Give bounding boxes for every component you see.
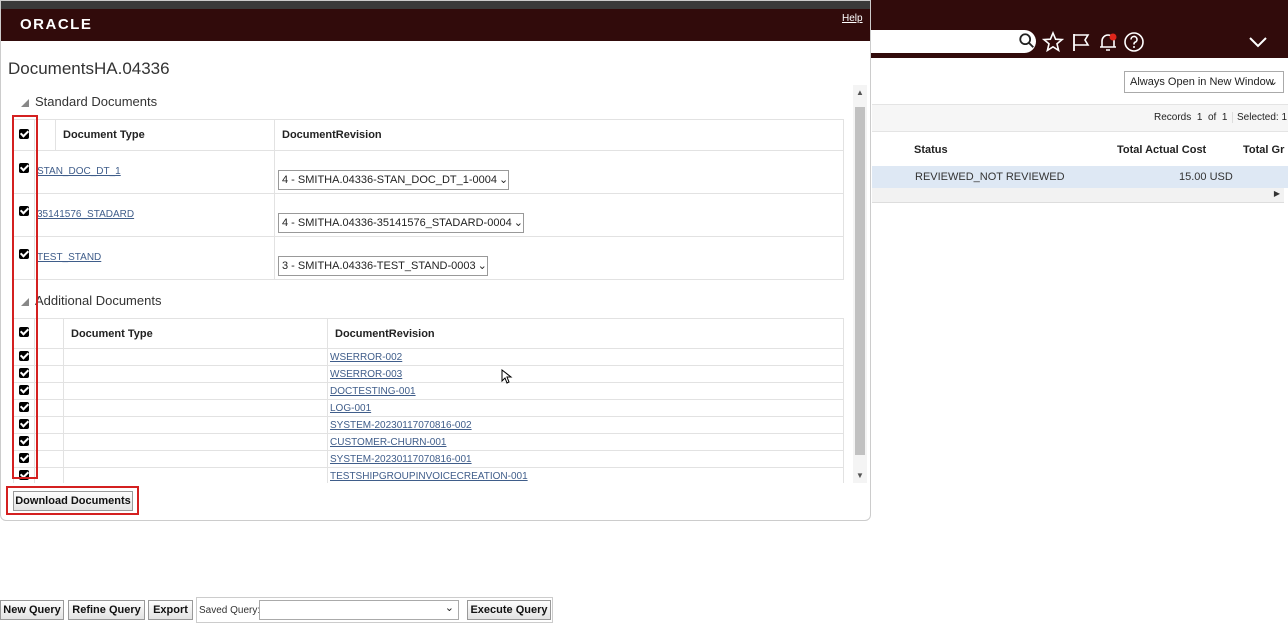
chevron-down-icon: ⌄ xyxy=(477,260,487,272)
flag-icon[interactable] xyxy=(1070,31,1092,53)
window-mode-select[interactable]: Always Open in New Window ⌄ xyxy=(1124,71,1284,93)
document-revision-link[interactable]: CUSTOMER-CHURN-001 xyxy=(330,437,447,448)
column-header-document-revision: DocumentRevision xyxy=(327,318,844,349)
row-checkbox[interactable] xyxy=(19,452,29,463)
collapse-triangle-icon[interactable] xyxy=(21,99,29,107)
row-checkbox[interactable] xyxy=(19,469,29,480)
table-row: SYSTEM-20230117070816-001 xyxy=(13,450,844,468)
select-all-additional-checkbox[interactable] xyxy=(19,327,29,337)
column-header-document-type: Document Type xyxy=(63,318,328,349)
collapse-triangle-icon[interactable] xyxy=(21,298,29,306)
column-header-total-actual-cost[interactable]: Total Actual Cost xyxy=(1117,144,1206,156)
scroll-right-icon[interactable]: ▶ xyxy=(1274,189,1280,198)
column-header-total-gr[interactable]: Total Gr xyxy=(1243,144,1284,156)
oracle-logo: ORACLE xyxy=(20,16,93,33)
document-revision-link[interactable]: SYSTEM-20230117070816-001 xyxy=(330,454,472,465)
table-row: TEST_STAND 3 - SMITHA.04336-TEST_STAND-0… xyxy=(13,236,844,280)
chevron-down-icon: ⌄ xyxy=(444,602,454,614)
document-revision-link[interactable]: WSERROR-002 xyxy=(330,352,402,363)
horizontal-scrollbar[interactable]: ▶ xyxy=(872,188,1284,203)
table-row[interactable]: REVIEWED_NOT REVIEWED 15.00 USD xyxy=(872,166,1288,188)
mouse-cursor-icon xyxy=(501,369,513,384)
vertical-scrollbar[interactable]: ▲ ▼ xyxy=(853,85,867,483)
document-type-link[interactable]: TEST_STAND xyxy=(37,252,101,263)
help-link[interactable]: Help xyxy=(842,13,863,24)
table-row: SYSTEM-20230117070816-002 xyxy=(13,416,844,434)
table-row: WSERROR-003 xyxy=(13,365,844,383)
row-checkbox[interactable] xyxy=(19,384,29,395)
document-revision-link[interactable]: LOG-001 xyxy=(330,403,371,414)
star-icon[interactable] xyxy=(1042,31,1064,53)
scroll-down-icon[interactable]: ▼ xyxy=(856,471,864,480)
row-checkbox[interactable] xyxy=(19,435,29,446)
column-header-status[interactable]: Status xyxy=(914,144,948,156)
help-icon[interactable] xyxy=(1123,31,1145,53)
dialog-title: DocumentsHA.04336 xyxy=(8,59,170,78)
results-grid-header: Status Total Actual Cost Total Gr xyxy=(872,132,1288,167)
export-button[interactable]: Export xyxy=(148,600,193,620)
scroll-up-icon[interactable]: ▲ xyxy=(856,88,864,97)
document-revision-link[interactable]: WSERROR-003 xyxy=(330,369,402,380)
row-checkbox[interactable] xyxy=(19,249,29,259)
table-row: CUSTOMER-CHURN-001 xyxy=(13,433,844,451)
document-revision-select[interactable]: 4 - SMITHA.04336-35141576_STADARD-0004 ⌄ xyxy=(278,213,524,233)
chevron-down-icon: ⌄ xyxy=(513,217,523,229)
standard-documents-table: Document Type DocumentRevision STAN_DOC_… xyxy=(13,119,844,280)
refine-query-button[interactable]: Refine Query xyxy=(68,600,145,620)
additional-documents-table: Document Type DocumentRevision WSERROR-0… xyxy=(13,318,844,483)
row-checkbox[interactable] xyxy=(19,350,29,361)
scrollbar-thumb[interactable] xyxy=(855,107,865,455)
table-row: LOG-001 xyxy=(13,399,844,417)
saved-query-select[interactable]: ⌄ xyxy=(259,600,459,620)
table-row: WSERROR-002 xyxy=(13,348,844,366)
chevron-down-icon: ⌄ xyxy=(499,174,509,186)
document-type-link[interactable]: 35141576_STADARD xyxy=(37,209,134,220)
saved-query-group: Saved Query: ⌄ Execute Query xyxy=(196,597,553,623)
bell-icon[interactable] xyxy=(1097,31,1119,53)
global-search-input[interactable] xyxy=(868,30,1036,53)
execute-query-button[interactable]: Execute Query xyxy=(467,600,551,620)
table-row: DOCTESTING-001 xyxy=(13,382,844,400)
column-header-document-revision: DocumentRevision xyxy=(274,119,844,151)
column-header-document-type: Document Type xyxy=(55,119,275,151)
new-query-button[interactable]: New Query xyxy=(0,600,64,620)
chevron-down-icon: ⌄ xyxy=(1268,76,1278,88)
standard-documents-heading[interactable]: Standard Documents xyxy=(21,94,157,109)
row-checkbox[interactable] xyxy=(19,206,29,216)
table-row: STAN_DOC_DT_1 4 - SMITHA.04336-STAN_DOC_… xyxy=(13,150,844,194)
document-revision-select[interactable]: 4 - SMITHA.04336-STAN_DOC_DT_1-0004 ⌄ xyxy=(278,170,510,190)
row-checkbox[interactable] xyxy=(19,367,29,378)
download-documents-button[interactable]: Download Documents xyxy=(13,491,133,511)
document-revision-link[interactable]: TESTSHIPGROUPINVOICECREATION-001 xyxy=(330,471,528,482)
documents-dialog: ORACLE Help DocumentsHA.04336 Standard D… xyxy=(0,0,871,521)
document-revision-link[interactable]: SYSTEM-20230117070816-002 xyxy=(330,420,472,431)
table-row: TESTSHIPGROUPINVOICECREATION-001 xyxy=(13,467,844,483)
records-bar: Records 1 of 1 Selected: 1 xyxy=(872,104,1288,132)
row-checkbox[interactable] xyxy=(19,418,29,429)
select-all-standard-checkbox[interactable] xyxy=(19,128,29,139)
search-icon[interactable] xyxy=(1018,31,1036,51)
documents-scroll-area[interactable]: Standard Documents Document Type Documen… xyxy=(7,85,867,483)
chevron-down-icon[interactable] xyxy=(1247,31,1269,53)
document-revision-link[interactable]: DOCTESTING-001 xyxy=(330,386,416,397)
row-checkbox[interactable] xyxy=(19,163,29,173)
additional-documents-heading[interactable]: Additional Documents xyxy=(21,293,161,308)
dialog-header: ORACLE Help xyxy=(1,9,870,41)
document-revision-select[interactable]: 3 - SMITHA.04336-TEST_STAND-0003 ⌄ xyxy=(278,256,488,276)
row-checkbox[interactable] xyxy=(19,401,29,412)
document-type-link[interactable]: STAN_DOC_DT_1 xyxy=(37,166,121,177)
table-row: 35141576_STADARD 4 - SMITHA.04336-351415… xyxy=(13,193,844,237)
